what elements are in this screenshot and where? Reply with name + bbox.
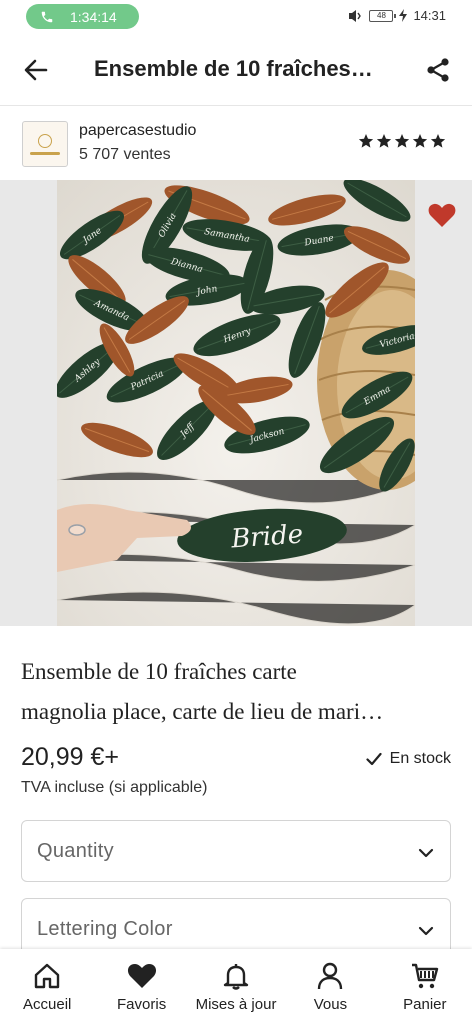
- nav-you[interactable]: Vous: [283, 949, 377, 1024]
- call-timer: 1:34:14: [70, 8, 117, 25]
- chevron-down-icon: [418, 848, 434, 858]
- nav-you-label: Vous: [313, 996, 348, 1013]
- rating-stars[interactable]: [358, 133, 446, 149]
- star-icon: [430, 134, 446, 148]
- product-image-carousel[interactable]: Jane Olivia Samantha Duane Dianna John Amanda H…: [0, 180, 472, 626]
- stock-label: En stock: [389, 750, 451, 767]
- lettering-color-label: Lettering Color: [37, 918, 173, 940]
- product-photo[interactable]: Jane Olivia Samantha Duane Dianna John Amanda H…: [57, 180, 415, 626]
- bell-icon: [223, 964, 249, 990]
- app-bar: Ensemble de 10 fraîches…: [0, 34, 472, 106]
- quantity-select-label: Quantity: [37, 840, 114, 862]
- star-icon: [358, 134, 374, 148]
- vat-note: TVA incluse (si applicable): [21, 779, 208, 796]
- person-icon: [318, 962, 343, 990]
- arrow-left-icon[interactable]: [22, 56, 50, 84]
- nav-favorites[interactable]: Favoris: [94, 949, 188, 1024]
- chevron-down-icon: [418, 926, 434, 936]
- star-icon: [394, 134, 410, 148]
- battery-icon: 48: [369, 9, 397, 22]
- charging-icon: [399, 9, 408, 22]
- shop-logo[interactable]: [22, 121, 68, 167]
- nav-updates-label: Mises à jour: [195, 996, 277, 1013]
- checkmark-icon: [366, 752, 382, 766]
- shop-sales-count: 5 707 ventes: [79, 146, 171, 163]
- product-title-line-2: magnolia place, carte de lieu de mari…: [21, 699, 384, 724]
- star-icon: [376, 134, 392, 148]
- shop-name[interactable]: papercasestudio: [79, 122, 196, 140]
- product-title: Ensemble de 10 fraîches carte magnolia p…: [21, 652, 451, 732]
- nav-favorites-label: Favoris: [117, 996, 167, 1013]
- nav-updates[interactable]: Mises à jour: [189, 949, 283, 1024]
- nav-home-label: Accueil: [23, 996, 72, 1013]
- magnolia-leaves-photo: Jane Olivia Samantha DuaneDiannaJohnAmandaH…: [57, 180, 415, 626]
- status-icons: 48 14:31: [347, 8, 446, 23]
- status-bar: 1:34:14 48 14:31: [0, 0, 472, 34]
- product-title-line-1: Ensemble de 10 fraîches carte: [21, 659, 297, 684]
- product-price: 20,99 €+: [21, 743, 120, 771]
- clock: 14:31: [413, 8, 446, 23]
- vibrate-icon: [349, 9, 362, 22]
- share-icon[interactable]: [424, 56, 452, 84]
- home-icon: [35, 963, 60, 989]
- bottom-navigation: Accueil Favoris Mises à jour Vous Panier: [0, 949, 472, 1024]
- nav-cart[interactable]: Panier: [378, 949, 472, 1024]
- svg-text:Bride: Bride: [229, 520, 304, 555]
- nav-cart-label: Panier: [403, 996, 447, 1013]
- heart-icon: [127, 964, 156, 988]
- ongoing-call-pill[interactable]: 1:34:14: [26, 4, 139, 29]
- phone-icon: [41, 11, 53, 22]
- cart-icon: [411, 963, 439, 989]
- shop-row[interactable]: papercasestudio 5 707 ventes: [0, 107, 472, 180]
- stock-status: En stock: [366, 750, 451, 768]
- page-title: Ensemble de 10 fraîches…: [94, 56, 373, 81]
- favorite-heart-icon[interactable]: [428, 202, 456, 228]
- quantity-select[interactable]: Quantity: [21, 820, 451, 882]
- star-icon: [412, 134, 428, 148]
- nav-home[interactable]: Accueil: [0, 949, 94, 1024]
